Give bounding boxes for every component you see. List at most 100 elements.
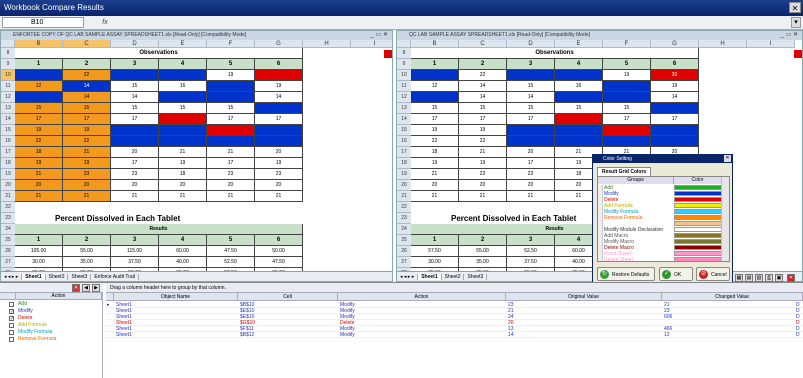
groups-header[interactable]: Groups — [598, 177, 674, 184]
action-filter-item[interactable]: Add — [0, 301, 102, 308]
color-swatch[interactable] — [674, 245, 722, 250]
observation-cell[interactable]: 21 — [15, 191, 63, 202]
observation-cell[interactable] — [255, 136, 303, 147]
column-header-action[interactable]: Action — [338, 293, 506, 301]
window-controls[interactable]: _ ▭ ✕ — [781, 31, 798, 40]
observation-cell[interactable] — [15, 92, 63, 103]
color-swatch[interactable] — [674, 251, 722, 256]
observation-cell[interactable]: 21 — [255, 191, 303, 202]
observation-cell[interactable]: 20 — [159, 180, 207, 191]
row-header[interactable]: 12 — [1, 92, 15, 103]
color-swatch[interactable] — [674, 197, 722, 202]
observation-cell[interactable] — [555, 92, 603, 103]
observation-cell[interactable]: 15 — [159, 103, 207, 114]
observation-cell[interactable]: 22 — [15, 136, 63, 147]
observation-cell[interactable]: 17 — [411, 114, 459, 125]
row-header[interactable]: 23 — [1, 213, 15, 224]
result-cell[interactable]: 40.00 — [159, 257, 207, 268]
row-header[interactable]: 9 — [397, 59, 411, 70]
row-header[interactable]: 8 — [1, 48, 15, 59]
restore-defaults-button[interactable]: ↻ Restore Defaults — [597, 267, 655, 281]
observation-cell[interactable]: 21 — [207, 191, 255, 202]
action-checkbox[interactable] — [9, 323, 14, 328]
result-cell[interactable]: 47.50 — [207, 246, 255, 257]
export-icon[interactable]: ▥ — [755, 274, 763, 282]
observation-cell[interactable] — [207, 136, 255, 147]
observation-cell[interactable]: 21 — [159, 147, 207, 158]
action-checkbox[interactable] — [9, 337, 14, 342]
color-swatch[interactable] — [674, 209, 722, 214]
column-header-d[interactable]: D — [507, 40, 555, 48]
grid-icon[interactable]: ▦ — [735, 274, 743, 282]
observation-cell[interactable]: 21 — [507, 191, 555, 202]
observation-cell[interactable] — [411, 92, 459, 103]
row-header[interactable]: 17 — [1, 147, 15, 158]
action-checkbox[interactable]: ✓ — [9, 316, 14, 322]
row-header[interactable]: 19 — [1, 169, 15, 180]
column-header-e[interactable]: E — [555, 40, 603, 48]
window-controls[interactable]: _ ▭ ✕ — [371, 31, 388, 40]
close-icon[interactable]: ✕ — [789, 2, 801, 13]
observation-cell[interactable]: 15 — [459, 103, 507, 114]
observation-cell[interactable]: 22 — [63, 70, 111, 81]
observation-cell[interactable]: 20 — [111, 180, 159, 191]
observation-cell[interactable]: 21 — [159, 191, 207, 202]
observation-cell[interactable]: 17 — [207, 158, 255, 169]
row-header[interactable]: 27 — [397, 257, 411, 268]
action-filter-item[interactable]: Add Formula — [0, 322, 102, 329]
result-cell[interactable]: 115.00 — [111, 246, 159, 257]
observation-cell[interactable]: 19 — [63, 158, 111, 169]
observation-cell[interactable] — [651, 125, 699, 136]
color-swatch[interactable] — [674, 239, 722, 244]
next-icon[interactable]: ▶ — [92, 284, 100, 292]
observation-cell[interactable]: 15 — [111, 81, 159, 92]
observation-cell[interactable] — [111, 136, 159, 147]
observation-cell[interactable] — [411, 70, 459, 81]
observation-cell[interactable]: 19 — [459, 125, 507, 136]
color-group-row[interactable]: Delete Sheet — [598, 257, 722, 261]
observation-cell[interactable]: 19 — [159, 158, 207, 169]
observation-cell[interactable] — [507, 70, 555, 81]
row-header[interactable]: 18 — [1, 158, 15, 169]
row-header[interactable]: 22 — [1, 202, 15, 213]
action-checkbox[interactable]: ✓ — [9, 309, 14, 315]
row-header[interactable]: 26 — [1, 246, 15, 257]
row-header[interactable]: 23 — [397, 213, 411, 224]
column-header-c[interactable]: C — [63, 40, 111, 48]
row-header[interactable]: 8 — [397, 48, 411, 59]
column-header-b[interactable]: B — [15, 40, 63, 48]
observation-cell[interactable]: 23 — [111, 169, 159, 180]
row-header[interactable]: 24 — [397, 224, 411, 235]
observation-cell[interactable]: 15 — [207, 103, 255, 114]
observation-cell[interactable]: 17 — [111, 158, 159, 169]
observation-cell[interactable]: 14 — [255, 92, 303, 103]
observation-cell[interactable]: 21 — [459, 191, 507, 202]
observation-cell[interactable] — [207, 92, 255, 103]
action-checkbox[interactable] — [9, 302, 14, 307]
observation-cell[interactable] — [555, 125, 603, 136]
row-header[interactable]: 25 — [1, 235, 15, 246]
observation-cell[interactable]: 21 — [411, 191, 459, 202]
observation-cell[interactable]: 15 — [555, 103, 603, 114]
row-header[interactable]: 11 — [1, 81, 15, 92]
column-header-f[interactable]: F — [603, 40, 651, 48]
row-header[interactable]: 10 — [397, 70, 411, 81]
observation-cell[interactable]: 21 — [411, 169, 459, 180]
column-header-c[interactable]: C — [459, 40, 507, 48]
row-header[interactable]: 10 — [1, 70, 15, 81]
row-header[interactable]: 14 — [397, 114, 411, 125]
observation-cell[interactable]: 21 — [459, 147, 507, 158]
observation-cell[interactable]: 22 — [459, 70, 507, 81]
observation-cell[interactable] — [255, 125, 303, 136]
observation-cell[interactable]: 19 — [603, 70, 651, 81]
row-header[interactable]: 18 — [397, 158, 411, 169]
observation-cell[interactable]: 17 — [651, 114, 699, 125]
observation-cell[interactable]: 17 — [459, 114, 507, 125]
observation-cell[interactable]: 19 — [15, 158, 63, 169]
row-header[interactable]: 21 — [397, 191, 411, 202]
observation-cell[interactable] — [507, 125, 555, 136]
observation-cell[interactable] — [555, 70, 603, 81]
result-cell[interactable]: 37.50 — [507, 257, 555, 268]
color-swatch[interactable] — [674, 215, 722, 220]
observation-cell[interactable]: 20 — [507, 147, 555, 158]
